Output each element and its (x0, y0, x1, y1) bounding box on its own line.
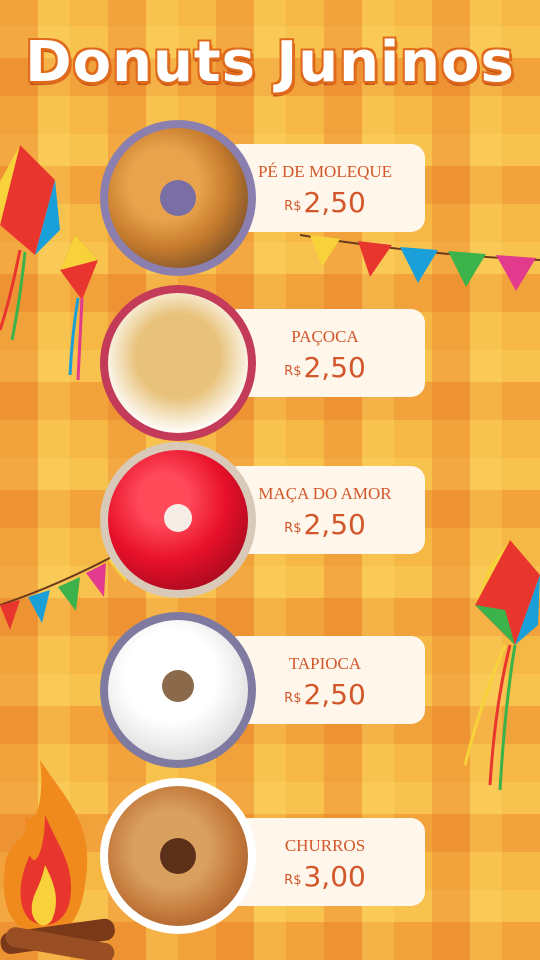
item-name: TAPIOCA (288, 654, 362, 673)
menu-item: PÉ DE MOLEQUE R$2,50 (100, 120, 430, 280)
donut-photo (100, 442, 256, 598)
item-name: PAÇOCA (291, 327, 359, 346)
donut-pacoca-icon (108, 293, 248, 433)
menu-item: PAÇOCA R$2,50 (100, 285, 430, 445)
lantern-left-icon (0, 145, 98, 381)
donut-photo (100, 778, 256, 934)
donut-photo (100, 120, 256, 276)
donut-hole (162, 670, 194, 702)
menu-item: CHURROS R$3,00 (100, 778, 430, 938)
price-value: 2,50 (303, 678, 366, 711)
donut-hole (160, 838, 196, 874)
currency-label: R$ (284, 199, 302, 214)
donut-photo (100, 612, 256, 768)
menu-item: TAPIOCA R$2,50 (100, 612, 430, 772)
lantern-right-icon (463, 540, 540, 791)
price-value: 2,50 (303, 351, 366, 384)
price-value: 3,00 (303, 860, 366, 893)
donut-hole (164, 504, 192, 532)
currency-label: R$ (284, 873, 302, 888)
item-name: PÉ DE MOLEQUE (257, 162, 393, 181)
currency-label: R$ (284, 364, 302, 379)
menu-item: MAÇA DO AMOR R$2,50 (100, 442, 430, 602)
item-name: MAÇA DO AMOR (258, 484, 392, 503)
price-value: 2,50 (303, 508, 366, 541)
currency-label: R$ (284, 691, 302, 706)
donut-photo (100, 285, 256, 441)
page-title: Donuts Juninos (25, 30, 515, 95)
price-value: 2,50 (303, 186, 366, 219)
currency-label: R$ (284, 521, 302, 536)
donut-hole (160, 180, 196, 216)
